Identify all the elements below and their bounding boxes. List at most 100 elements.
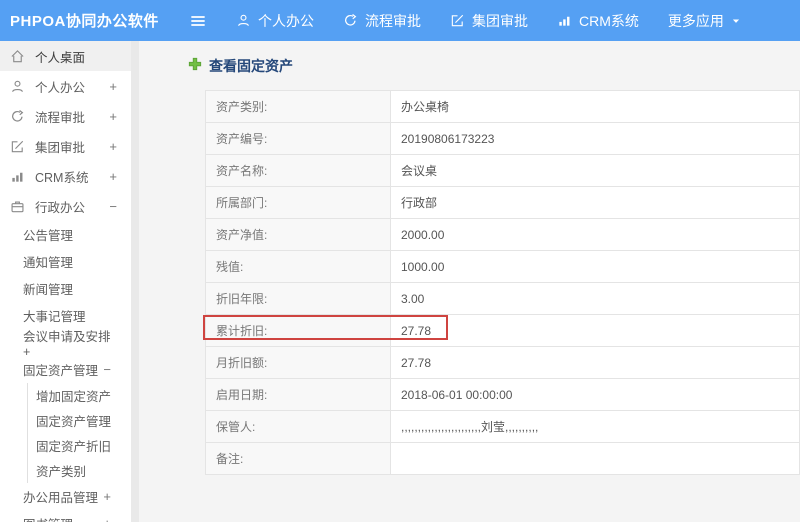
top-nav: 个人办公 流程审批 集团审批 CRM系统 更多应用 [236, 11, 770, 31]
expand-toggle[interactable]: + [103, 489, 111, 504]
sidebar-item[interactable]: 固定资产管理 [28, 408, 131, 433]
field-value: 27.78 [390, 346, 800, 379]
chart-icon [10, 168, 26, 184]
top-nav-label: CRM系统 [579, 12, 639, 29]
sidebar-item[interactable]: 个人办公 + [0, 71, 131, 101]
sidebar-item[interactable]: 个人桌面 [0, 41, 131, 71]
user-icon [236, 13, 251, 28]
field-label: 资产净值: [205, 218, 391, 251]
sidebar-item[interactable]: 通知管理 [0, 248, 131, 275]
table-row: 所属部门: 行政部 [205, 186, 800, 219]
table-row: 备注: [205, 442, 800, 475]
expand-toggle[interactable]: + [109, 139, 117, 154]
add-icon [188, 57, 202, 76]
sidebar-item[interactable]: 办公用品管理 + [0, 483, 131, 510]
table-row: 残值: 1000.00 [205, 250, 800, 283]
table-row: 启用日期: 2018-06-01 00:00:00 [205, 378, 800, 411]
table-row: 保管人: ,,,,,,,,,,,,,,,,,,,,,,,,刘莹,,,,,,,,,, [205, 410, 800, 443]
sidebar-item[interactable]: 固定资产折旧 [28, 433, 131, 458]
expand-toggle[interactable]: + [109, 109, 117, 124]
field-label: 折旧年限: [205, 282, 391, 315]
page-title: 查看固定资产 [188, 55, 800, 77]
sidebar-scrollbar[interactable] [131, 41, 139, 522]
expand-toggle[interactable]: + [109, 79, 117, 94]
field-label: 所属部门: [205, 186, 391, 219]
sidebar-item-label: 公告管理 [23, 229, 74, 243]
sidebar-item-label: 集团审批 [35, 140, 86, 155]
top-nav-label: 流程审批 [365, 12, 421, 29]
user-icon [10, 78, 26, 94]
field-label: 累计折旧: [205, 314, 391, 347]
field-label: 资产类别: [205, 90, 391, 123]
field-value: 3.00 [390, 282, 800, 315]
field-label: 资产编号: [205, 122, 391, 155]
sidebar-item[interactable]: CRM系统 + [0, 161, 131, 191]
sidebar-item[interactable]: 集团审批 + [0, 131, 131, 161]
field-value: 2000.00 [390, 218, 800, 251]
top-nav-item[interactable]: 集团审批 [450, 11, 528, 31]
edit-icon [10, 138, 26, 154]
sidebar-item-label: CRM系统 [35, 170, 89, 185]
edit-icon [450, 13, 465, 28]
field-label: 残值: [205, 250, 391, 283]
expand-toggle[interactable]: + [103, 516, 111, 522]
field-value: 27.78 [390, 314, 800, 347]
sidebar-item-label: 通知管理 [23, 256, 74, 270]
briefcase-icon [10, 198, 26, 214]
top-nav-item[interactable]: 流程审批 [343, 11, 421, 31]
home-icon [10, 48, 26, 64]
main-content: 查看固定资产 资产类别: 办公桌椅 资产编号: 20190806173223 资产名称:… [139, 41, 800, 522]
expand-toggle[interactable]: − [103, 362, 111, 377]
table-row: 月折旧额: 27.78 [205, 346, 800, 379]
sidebar-item[interactable]: 行政办公 − [0, 191, 131, 221]
top-nav-item[interactable]: CRM系统 [557, 11, 639, 31]
page-title-text: 查看固定资产 [209, 58, 293, 74]
field-value: 20190806173223 [390, 122, 800, 155]
sidebar-item[interactable]: 流程审批 + [0, 101, 131, 131]
menu-icon[interactable] [190, 13, 206, 29]
expand-toggle[interactable]: − [109, 199, 117, 214]
sidebar-item[interactable]: 图书管理 + [0, 510, 131, 522]
field-label: 保管人: [205, 410, 391, 443]
table-row: 资产编号: 20190806173223 [205, 122, 800, 155]
sidebar-item-label: 大事记管理 [23, 310, 86, 324]
field-value [390, 442, 800, 475]
top-nav-item[interactable]: 更多应用 [668, 11, 741, 31]
field-label: 备注: [205, 442, 391, 475]
sidebar-item-label: 行政办公 [35, 200, 86, 215]
app-logo[interactable]: PHPOA协同办公软件 [0, 10, 178, 31]
sidebar-item[interactable]: 固定资产管理 − [0, 356, 131, 383]
redo-icon [10, 108, 26, 124]
table-row: 资产名称: 会议桌 [205, 154, 800, 187]
top-nav-label: 集团审批 [472, 12, 528, 29]
top-nav-label: 更多应用 [667, 12, 724, 29]
sidebar-item-label: 固定资产管理 [23, 364, 99, 378]
expand-toggle[interactable]: + [109, 169, 117, 184]
sidebar-item-label: 固定资产管理 [36, 415, 112, 429]
table-row: 资产类别: 办公桌椅 [205, 90, 800, 123]
sidebar-item[interactable]: 会议申请及安排+ [0, 329, 131, 359]
sidebar-item-label: 个人办公 [35, 80, 86, 95]
field-value: 会议桌 [390, 154, 800, 187]
sidebar-item-label: 固定资产折旧 [36, 440, 112, 454]
field-label: 月折旧额: [205, 346, 391, 379]
body-layout: 个人桌面 个人办公 + 流程审批 + 集团审批 + CRM系统 + 行政办公 − 公告管理 通知管理 新闻… [0, 41, 800, 522]
field-label: 启用日期: [205, 378, 391, 411]
sidebar-item[interactable]: 新闻管理 [0, 275, 131, 302]
sidebar-item[interactable]: 公告管理 [0, 221, 131, 248]
sidebar-item-label: 图书管理 [23, 514, 73, 522]
sidebar-item-label: 办公用品管理 [23, 491, 99, 505]
sidebar-item-label: 新闻管理 [23, 283, 74, 297]
redo-icon [343, 13, 358, 28]
field-value: 办公桌椅 [390, 90, 800, 123]
sidebar-item-label: 个人桌面 [35, 50, 86, 65]
submenu-group: 增加固定资产固定资产管理 固定资产折旧资产类别 [27, 383, 131, 483]
sidebar-item[interactable]: 大事记管理 [0, 302, 131, 329]
top-nav-label: 个人办公 [258, 12, 314, 29]
sidebar-item-label: 会议申请及安排+ [23, 330, 111, 359]
field-label: 资产名称: [205, 154, 391, 187]
sidebar-item[interactable]: 资产类别 [28, 458, 131, 483]
top-nav-item[interactable]: 个人办公 [236, 11, 314, 31]
phpoa-app-window: PHPOA协同办公软件 个人办公 流程审批 集团审批 CRM系统 更多应用 个人桌面 个人… [0, 0, 800, 522]
sidebar-item[interactable]: 增加固定资产 [28, 383, 131, 408]
